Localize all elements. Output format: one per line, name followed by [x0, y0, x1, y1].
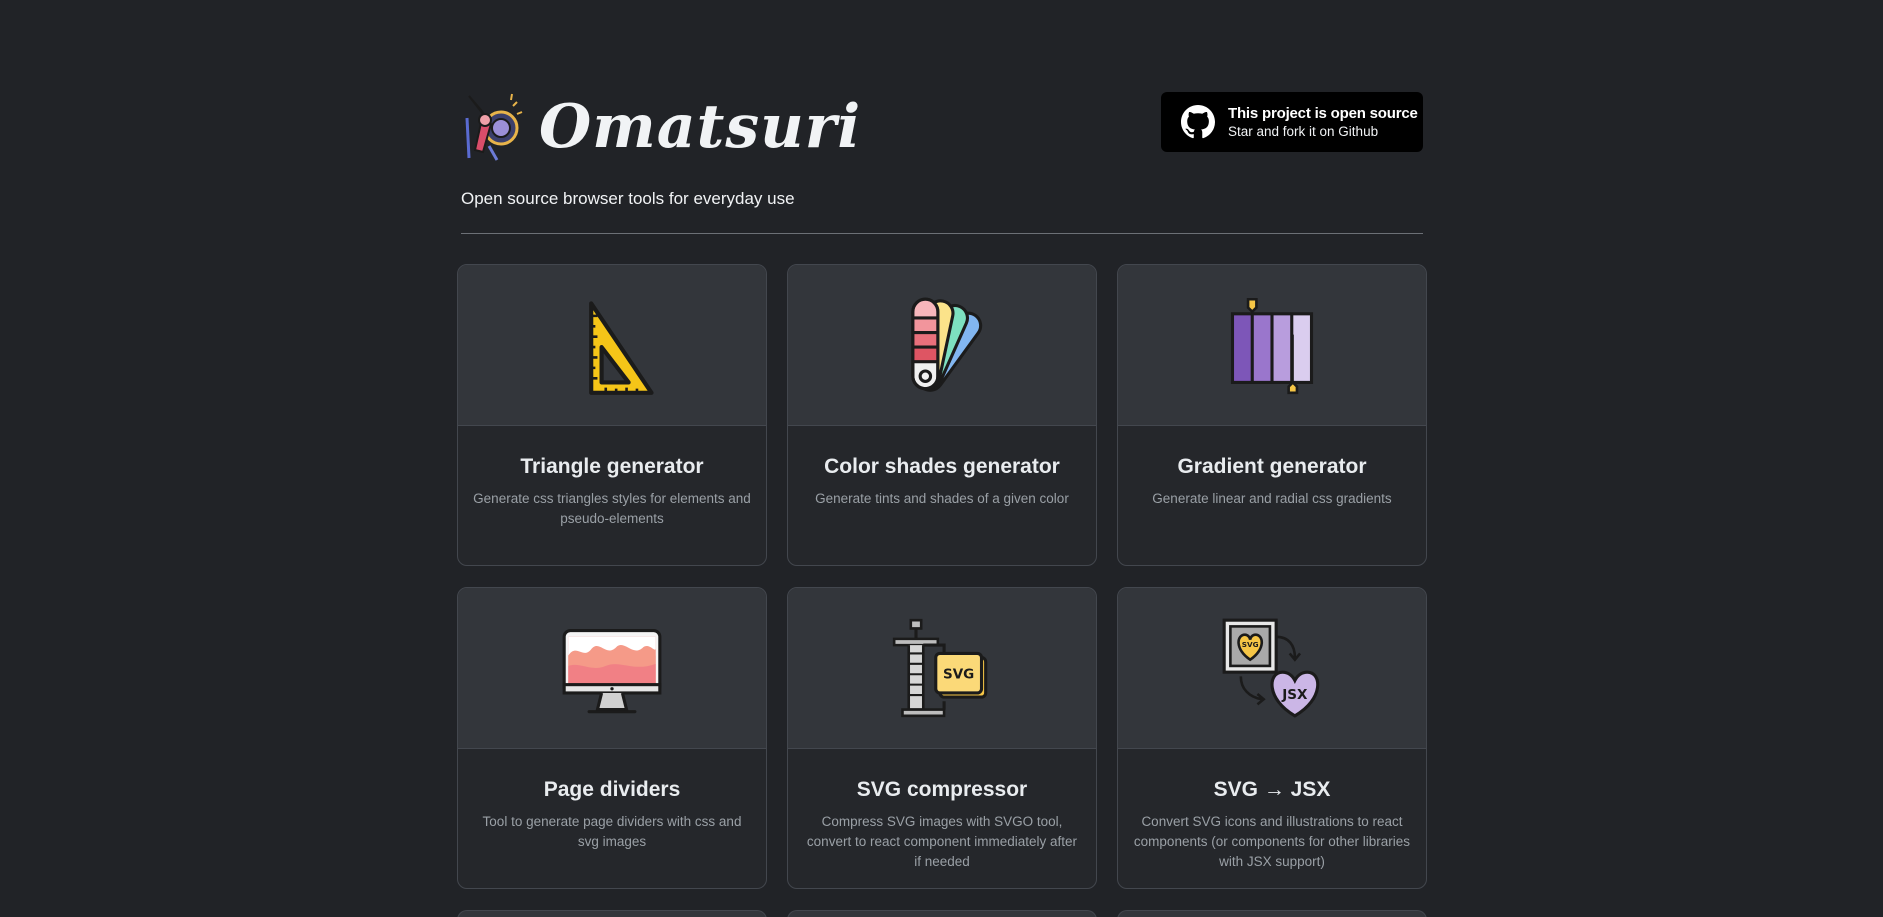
card-media: [1118, 265, 1426, 426]
tool-card-partial[interactable]: [457, 910, 767, 917]
tool-card-gradient-generator[interactable]: Gradient generator Generate linear and r…: [1117, 264, 1427, 566]
jsx-label: JSX: [1281, 687, 1308, 703]
omatsuri-logo-icon: [465, 93, 523, 161]
logo-link[interactable]: Omatsuri: [461, 90, 861, 164]
github-icon: [1181, 105, 1215, 139]
card-media: [458, 588, 766, 749]
site-header: Omatsuri This project is open source Sta…: [461, 90, 1423, 235]
monitor-wave-icon: [562, 629, 662, 714]
card-body: Gradient generator Generate linear and r…: [1118, 426, 1426, 509]
color-swatch-fan-icon: [911, 297, 983, 392]
tool-card-svg-compressor[interactable]: SVG SVG compressor Compress SVG images w…: [787, 587, 1097, 889]
card-title: Page dividers: [543, 778, 681, 801]
github-badge-link[interactable]: This project is open source Star and for…: [1161, 92, 1423, 152]
tool-card-partial[interactable]: [787, 910, 1097, 917]
card-description: Convert SVG icons and illustrations to r…: [1133, 814, 1411, 869]
card-media: SVG JSX: [1118, 588, 1426, 749]
svg-to-jsx-icon: SVG JSX: [1222, 618, 1320, 718]
tool-card-svg-to-jsx[interactable]: SVG JSX SVG → JSX Convert SVG icons and …: [1117, 587, 1427, 889]
card-body: Triangle generator Generate css triangle…: [458, 426, 766, 529]
gradient-bars-icon: [1230, 297, 1314, 395]
header-divider: [461, 233, 1423, 234]
card-body: SVG compressor Compress SVG images with …: [788, 749, 1096, 872]
triangle-ruler-icon: [589, 301, 654, 395]
svg-clamp-icon: SVG: [892, 618, 988, 718]
card-title: SVG compressor: [856, 778, 1028, 801]
card-body: Color shades generator Generate tints an…: [788, 426, 1096, 509]
card-description: Generate tints and shades of a given col…: [815, 491, 1069, 506]
card-title: Gradient generator: [1177, 455, 1367, 478]
card-description: Generate linear and radial css gradients: [1152, 491, 1392, 506]
brand-name: Omatsuri: [539, 92, 862, 162]
card-title: Triangle generator: [520, 455, 704, 478]
card-media: [788, 265, 1096, 426]
tool-card-color-shades-generator[interactable]: Color shades generator Generate tints an…: [787, 264, 1097, 566]
tool-card-page-dividers[interactable]: Page dividers Tool to generate page divi…: [457, 587, 767, 889]
card-body: Page dividers Tool to generate page divi…: [458, 749, 766, 852]
card-title: SVG → JSX: [1213, 778, 1331, 801]
tools-grid: Triangle generator Generate css triangle…: [457, 264, 1427, 917]
tool-card-partial[interactable]: [1117, 910, 1427, 917]
card-description: Compress SVG images with SVGO tool, conv…: [806, 814, 1078, 869]
card-media: [458, 265, 766, 426]
tagline: Open source browser tools for everyday u…: [461, 189, 795, 208]
github-badge-title: This project is open source: [1228, 105, 1418, 122]
svg-small-label: SVG: [1242, 640, 1259, 649]
card-media: SVG: [788, 588, 1096, 749]
github-badge-subtitle: Star and fork it on Github: [1228, 124, 1379, 139]
card-title: Color shades generator: [824, 455, 1060, 478]
page: Omatsuri This project is open source Sta…: [0, 0, 1883, 917]
card-body: SVG → JSX Convert SVG icons and illustra…: [1118, 749, 1426, 872]
svg-label: SVG: [943, 666, 974, 682]
card-description: Tool to generate page dividers with css …: [482, 814, 742, 849]
github-badge-text: This project is open source Star and for…: [1228, 105, 1418, 139]
tool-card-triangle-generator[interactable]: Triangle generator Generate css triangle…: [457, 264, 767, 566]
card-description: Generate css triangles styles for elemen…: [473, 491, 751, 526]
